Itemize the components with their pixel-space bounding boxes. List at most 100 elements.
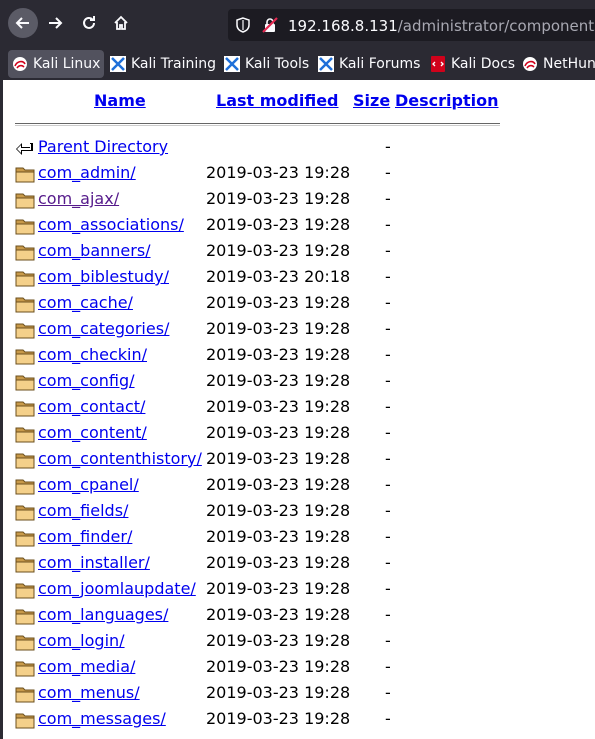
kali-forums-icon	[318, 56, 334, 72]
navigation-toolbar: 192.168.8.131/administrator/components/	[0, 0, 595, 45]
column-header-last-modified[interactable]: Last modified	[216, 91, 339, 110]
directory-link[interactable]: com_ajax/	[38, 189, 119, 208]
size-cell: -	[385, 501, 391, 520]
folder-icon	[15, 219, 35, 235]
modified-cell: 2019-03-23 19:28	[206, 657, 351, 676]
modified-cell: 2019-03-23 19:28	[206, 293, 351, 312]
size-cell: -	[385, 683, 391, 702]
modified-cell: 2019-03-23 19:28	[206, 345, 351, 364]
modified-cell: 2019-03-23 19:28	[206, 215, 351, 234]
kali-training-icon	[110, 56, 126, 72]
table-row: com_banners/2019-03-23 19:28 -	[15, 240, 595, 264]
bookmark-kali-linux[interactable]: Kali Linux	[8, 50, 105, 78]
directory-link[interactable]: com_cache/	[38, 293, 133, 312]
back-button[interactable]	[8, 8, 38, 38]
browser-chrome: 192.168.8.131/administrator/components/ …	[0, 0, 595, 80]
directory-link[interactable]: com_associations/	[38, 215, 184, 234]
directory-link[interactable]: com_banners/	[38, 241, 151, 260]
directory-link[interactable]: com_finder/	[38, 527, 132, 546]
size-cell: -	[385, 631, 391, 650]
folder-icon	[15, 583, 35, 599]
table-row: com_ajax/2019-03-23 19:28 -	[15, 188, 595, 212]
size-cell: -	[385, 423, 391, 442]
bookmark-label: Kali Linux	[33, 56, 101, 72]
parent-directory-link[interactable]: Parent Directory	[38, 137, 168, 156]
directory-link[interactable]: com_checkin/	[38, 345, 147, 364]
directory-link[interactable]: com_admin/	[38, 163, 136, 182]
directory-link[interactable]: com_login/	[38, 631, 125, 650]
modified-cell: 2019-03-23 19:28	[206, 319, 351, 338]
size-cell: -	[385, 449, 391, 468]
reload-button[interactable]	[74, 8, 104, 38]
column-header-description[interactable]: Description	[395, 91, 498, 110]
directory-link[interactable]: com_categories/	[38, 319, 169, 338]
modified-cell: 2019-03-23 19:28	[206, 189, 351, 208]
bookmark-kali-tools[interactable]: Kali Tools	[224, 50, 309, 78]
bookmark-label: NetHunter	[543, 56, 595, 72]
table-row: com_contact/2019-03-23 19:28 -	[15, 396, 595, 420]
modified-cell: 2019-03-23 19:28	[206, 397, 351, 416]
modified-cell: 2019-03-23 19:28	[206, 241, 351, 260]
table-row: com_contenthistory/2019-03-23 19:28 -	[15, 448, 595, 472]
directory-link[interactable]: com_media/	[38, 657, 135, 676]
table-row: com_checkin/2019-03-23 19:28 -	[15, 344, 595, 368]
column-header-size[interactable]: Size	[353, 91, 390, 110]
column-header-name[interactable]: Name	[94, 91, 146, 110]
size-cell: -	[385, 293, 391, 312]
kali-tools-icon	[224, 56, 240, 72]
directory-link[interactable]: com_content/	[38, 423, 147, 442]
directory-link[interactable]: com_languages/	[38, 605, 168, 624]
url-text[interactable]: 192.168.8.131/administrator/components/	[288, 17, 595, 35]
size-cell: -	[385, 475, 391, 494]
home-button[interactable]	[106, 8, 136, 38]
size-cell: -	[385, 657, 391, 676]
bookmark-kali-forums[interactable]: Kali Forums	[318, 50, 420, 78]
directory-link[interactable]: com_contact/	[38, 397, 145, 416]
size-cell: -	[385, 345, 391, 364]
folder-icon	[15, 349, 35, 365]
table-row: com_categories/2019-03-23 19:28 -	[15, 318, 595, 342]
folder-icon	[15, 505, 35, 521]
bookmark-kali-training[interactable]: Kali Training	[110, 50, 216, 78]
url-host: 192.168.8.131	[288, 17, 398, 35]
bookmark-label: Kali Tools	[245, 56, 310, 72]
address-bar[interactable]: 192.168.8.131/administrator/components/	[228, 9, 595, 41]
forward-button[interactable]	[40, 8, 70, 38]
directory-link[interactable]: com_fields/	[38, 501, 128, 520]
size-cell: -	[385, 241, 391, 260]
folder-icon	[15, 661, 35, 677]
modified-cell: 2019-03-23 20:18	[206, 267, 351, 286]
modified-cell: 2019-03-23 19:28	[206, 579, 351, 598]
tracking-shield-icon[interactable]	[236, 17, 250, 33]
table-row: com_login/2019-03-23 19:28 -	[15, 630, 595, 654]
size-cell: -	[385, 579, 391, 598]
modified-cell: 2019-03-23 19:28	[206, 683, 351, 702]
modified-cell: 2019-03-23 19:28	[206, 501, 351, 520]
directory-link[interactable]: com_biblestudy/	[38, 267, 169, 286]
kali-docs-icon	[431, 56, 445, 72]
modified-cell: 2019-03-23 19:28	[206, 371, 351, 390]
insecure-lock-icon[interactable]	[262, 17, 278, 33]
directory-link[interactable]: com_config/	[38, 371, 135, 390]
back-arrow-folder-icon	[16, 143, 33, 155]
folder-icon	[15, 297, 35, 313]
home-icon	[114, 15, 128, 30]
directory-link[interactable]: com_installer/	[38, 553, 150, 572]
table-row: com_fields/2019-03-23 19:28 -	[15, 500, 595, 524]
bookmark-nethunter[interactable]: NetHunter	[522, 50, 595, 78]
bookmark-kali-docs[interactable]: Kali Docs	[430, 50, 515, 78]
table-row: com_media/2019-03-23 19:28 -	[15, 656, 595, 680]
back-arrow-icon	[15, 17, 29, 29]
folder-icon	[15, 271, 35, 287]
bookmark-label: Kali Forums	[339, 56, 421, 72]
forward-arrow-icon	[49, 17, 63, 29]
directory-link[interactable]: com_contenthistory/	[38, 449, 202, 468]
directory-link[interactable]: com_cpanel/	[38, 475, 139, 494]
bookmark-label: Kali Training	[131, 56, 216, 72]
bookmarks-toolbar: Kali Linux Kali Training Kali Tools Kali…	[0, 47, 595, 80]
directory-link[interactable]: com_menus/	[38, 683, 140, 702]
folder-icon	[15, 167, 35, 183]
modified-cell: 2019-03-23 19:28	[206, 527, 351, 546]
directory-link[interactable]: com_messages/	[38, 709, 166, 728]
directory-link[interactable]: com_joomlaupdate/	[38, 579, 196, 598]
